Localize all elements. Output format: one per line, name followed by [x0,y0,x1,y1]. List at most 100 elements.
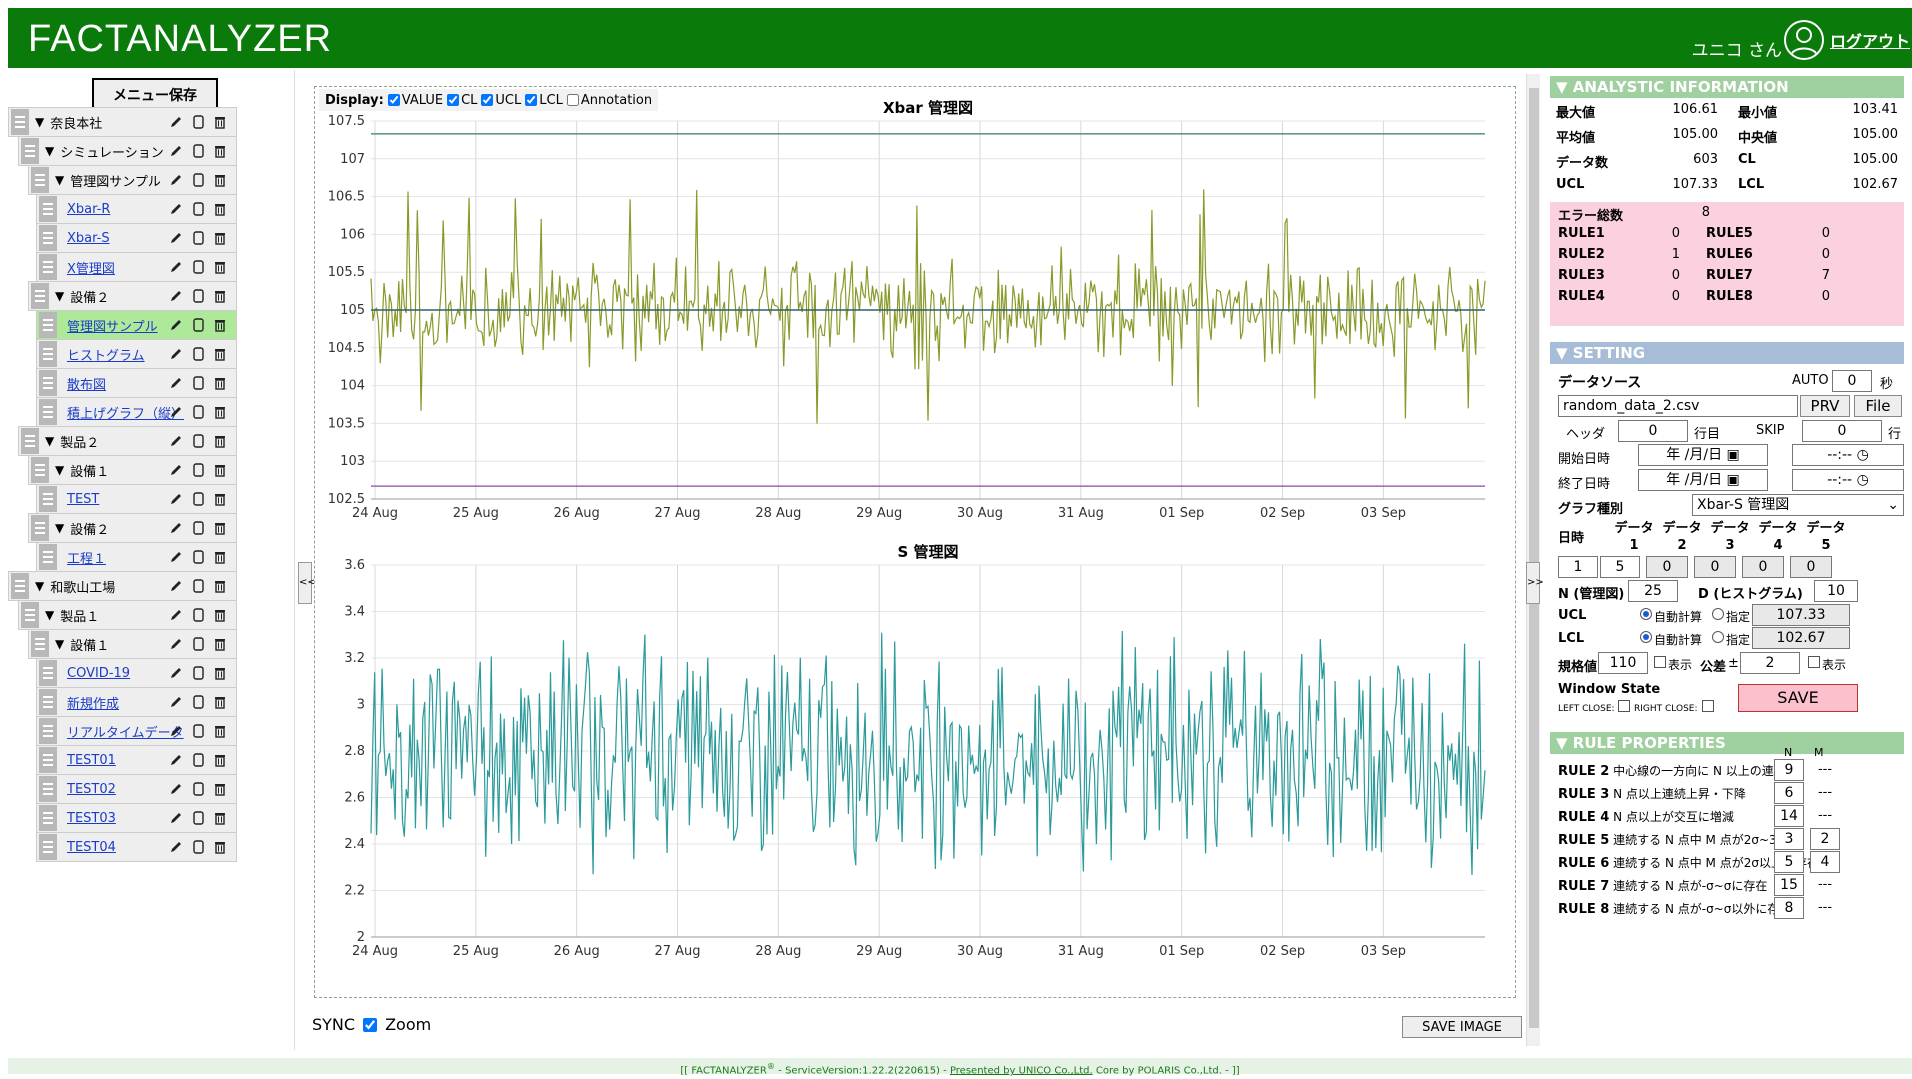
drag-handle-icon[interactable] [39,660,57,686]
tree-item-label[interactable]: TEST02 [67,782,116,797]
column-index-input[interactable]: 0 [1694,556,1736,578]
drag-handle-icon[interactable] [31,457,49,483]
rule-n-input[interactable]: 3 [1774,828,1804,850]
copy-icon[interactable] [190,201,206,217]
lcl-input[interactable]: 102.67 [1752,627,1850,649]
trash-icon[interactable] [212,230,228,246]
column-index-input[interactable]: 0 [1742,556,1784,578]
drag-handle-icon[interactable] [39,718,57,744]
edit-icon[interactable] [168,462,184,478]
skip-input[interactable]: 0 [1802,420,1882,442]
drag-handle-icon[interactable] [39,370,57,396]
trash-icon[interactable] [212,723,228,739]
edit-icon[interactable] [168,172,184,188]
edit-icon[interactable] [168,230,184,246]
tree-item[interactable]: Xbar-S [36,223,237,253]
right-close-checkbox[interactable] [1702,700,1714,712]
trash-icon[interactable] [212,346,228,362]
datasource-input[interactable]: random_data_2.csv [1558,395,1798,417]
rule-n-input[interactable]: 14 [1774,805,1804,827]
tolerance-input[interactable]: 2 [1740,652,1800,674]
auto-input[interactable]: 0 [1832,370,1872,392]
tree-item[interactable]: 積上げグラフ（縦） [36,397,237,427]
drag-handle-icon[interactable] [31,283,49,309]
copy-icon[interactable] [190,810,206,826]
drag-handle-icon[interactable] [11,109,29,135]
copy-icon[interactable] [190,433,206,449]
copy-icon[interactable] [190,114,206,130]
tree-item[interactable]: ▼ 設備２ [28,281,237,311]
tree-item-label[interactable]: TEST [67,492,99,507]
prv-button[interactable]: PRV [1800,395,1850,417]
edit-icon[interactable] [168,491,184,507]
tree-item-label[interactable]: 新規作成 [67,693,119,712]
tree-item[interactable]: ▼ シミュレーション [18,136,237,166]
scroll-thumb[interactable] [1529,88,1539,1028]
expand-icon[interactable]: ▼ [55,521,64,535]
tree-item[interactable]: ▼ 設備１ [28,455,237,485]
trash-icon[interactable] [212,201,228,217]
tree-item[interactable]: ヒストグラム [36,339,237,369]
trash-icon[interactable] [212,839,228,855]
drag-handle-icon[interactable] [39,254,57,280]
drag-handle-icon[interactable] [31,631,49,657]
save-image-button[interactable]: SAVE IMAGE [1402,1016,1522,1038]
rule-n-input[interactable]: 6 [1774,782,1804,804]
start-time-input[interactable]: --:-- ◷ [1792,444,1904,466]
edit-icon[interactable] [168,288,184,304]
left-close-checkbox[interactable] [1618,700,1630,712]
collapse-left-button[interactable]: << [298,562,316,604]
trash-icon[interactable] [212,752,228,768]
tree-item[interactable]: TEST04 [36,832,237,862]
edit-icon[interactable] [168,317,184,333]
tree-item[interactable]: X管理図 [36,252,237,282]
tree-item[interactable]: COVID-19 [36,658,237,688]
analytic-header[interactable]: ▼ ANALYSTIC INFORMATION [1550,76,1904,98]
spec-show-checkbox[interactable] [1654,656,1666,668]
edit-icon[interactable] [168,752,184,768]
drag-handle-icon[interactable] [21,138,39,164]
copy-icon[interactable] [190,404,206,420]
trash-icon[interactable] [212,578,228,594]
copy-icon[interactable] [190,839,206,855]
expand-icon[interactable]: ▼ [45,608,54,622]
drag-handle-icon[interactable] [39,225,57,251]
copy-icon[interactable] [190,520,206,536]
edit-icon[interactable] [168,607,184,623]
copy-icon[interactable] [190,462,206,478]
calendar-icon[interactable]: ▣ [1727,472,1740,488]
edit-icon[interactable] [168,781,184,797]
trash-icon[interactable] [212,520,228,536]
start-date-input[interactable]: 年 /月/日 ▣ [1638,444,1768,466]
d-input[interactable]: 10 [1814,580,1858,602]
tree-item[interactable]: TEST02 [36,774,237,804]
trash-icon[interactable] [212,491,228,507]
edit-icon[interactable] [168,665,184,681]
calendar-icon[interactable]: ▣ [1727,447,1740,463]
tree-item[interactable]: 新規作成 [36,687,237,717]
drag-handle-icon[interactable] [11,573,29,599]
trash-icon[interactable] [212,259,228,275]
ucl-input[interactable]: 107.33 [1752,604,1850,626]
clock-icon[interactable]: ◷ [1857,447,1869,463]
drag-handle-icon[interactable] [39,196,57,222]
tree-item-label[interactable]: リアルタイムデータ [67,722,184,741]
column-index-input[interactable]: 0 [1646,556,1688,578]
tree-item-label[interactable]: 工程１ [67,548,106,567]
copy-icon[interactable] [190,317,206,333]
tree-item[interactable]: ▼ 設備１ [28,629,237,659]
copy-icon[interactable] [190,665,206,681]
tree-item[interactable]: ▼ 設備２ [28,513,237,543]
copy-icon[interactable] [190,346,206,362]
copy-icon[interactable] [190,230,206,246]
tree-item[interactable]: ▼ 奈良本社 [8,107,237,137]
expand-icon[interactable]: ▼ [35,115,44,129]
header-row-input[interactable]: 0 [1618,420,1688,442]
scrollbar[interactable] [1526,74,1540,1046]
setting-header[interactable]: ▼ SETTING [1550,342,1904,364]
trash-icon[interactable] [212,143,228,159]
lcl-specify-radio[interactable] [1712,631,1724,643]
copy-icon[interactable] [190,781,206,797]
column-index-input[interactable]: 0 [1790,556,1832,578]
copy-icon[interactable] [190,491,206,507]
